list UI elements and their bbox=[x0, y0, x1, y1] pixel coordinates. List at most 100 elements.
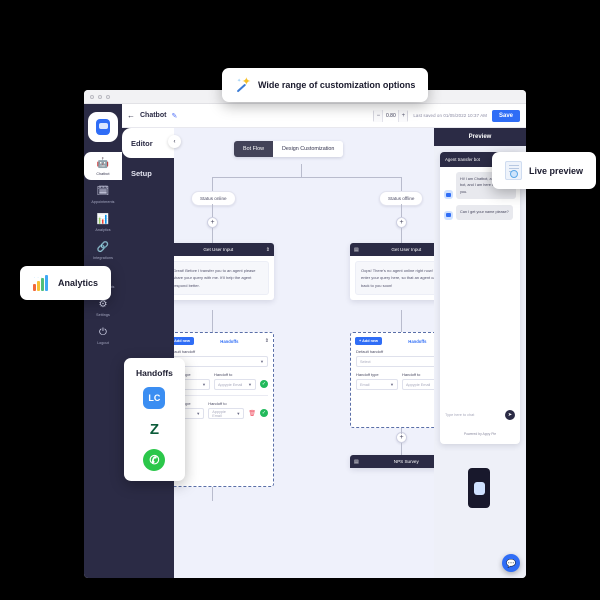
rail-item-list: 🤖 Chatbot 🗓 Appointments 📊 Analytics 🔗 I… bbox=[84, 152, 122, 349]
chevron-down-icon: ▼ bbox=[236, 411, 241, 416]
chatbot-icon: 🤖 bbox=[96, 158, 110, 169]
card-header: ▤ Get User Input ⇕ bbox=[174, 243, 274, 256]
chat-fab-button[interactable]: 💬 bbox=[502, 554, 520, 572]
chat-input-row[interactable]: Type here to chat ➤ bbox=[440, 410, 520, 420]
collapse-sidebar-button[interactable]: ‹ bbox=[168, 135, 181, 148]
flow-canvas[interactable]: Bot Flow Design Customization Status onl… bbox=[174, 128, 434, 578]
chat-widget[interactable]: Agent transfer bot Hi! I am Chatbot, a f… bbox=[440, 152, 520, 444]
connector bbox=[301, 164, 302, 177]
divider bbox=[174, 395, 268, 396]
handoff-row: Handoff type Email ▼ Handoff to Appypie … bbox=[174, 401, 268, 419]
rail-item-label: Analytics bbox=[95, 228, 111, 232]
add-node-button[interactable]: + bbox=[396, 217, 407, 228]
handoff-to-select[interactable]: Appypie Email ▼ bbox=[402, 379, 434, 390]
chevron-down-icon: ▼ bbox=[260, 359, 264, 364]
connector bbox=[401, 428, 402, 434]
card-title: Get User Input bbox=[391, 247, 422, 252]
check-icon[interactable]: ✓ bbox=[260, 409, 268, 417]
rail-item-analytics[interactable]: 📊 Analytics bbox=[84, 208, 122, 236]
send-icon[interactable]: ➤ bbox=[505, 410, 515, 420]
handoff-panel-title: Handoffs bbox=[408, 338, 427, 344]
canvas-tabs: Bot Flow Design Customization bbox=[234, 141, 344, 157]
drag-handle-icon[interactable]: ⇕ bbox=[265, 338, 269, 344]
breadcrumb: Chatbot bbox=[140, 112, 167, 119]
status-online-node[interactable]: Status online bbox=[191, 191, 236, 206]
drag-handle-icon[interactable]: ⇕ bbox=[266, 247, 270, 253]
zoom-out-button[interactable]: − bbox=[374, 109, 383, 122]
callout-customization: ✦ ✦ Wide range of customization options bbox=[222, 68, 429, 102]
select-value: Appypie Email bbox=[406, 382, 431, 387]
preview-panel: Preview Agent transfer bot Hi! I am Chat… bbox=[434, 128, 526, 578]
handoff-panel[interactable]: + Add new Handoffs ⇕ Default handoff Sel… bbox=[174, 332, 274, 487]
chevron-down-icon: ▼ bbox=[248, 382, 252, 387]
connector bbox=[212, 310, 213, 332]
handoff-to-select[interactable]: Appypie Email ▼ bbox=[214, 379, 256, 390]
callout-handoffs: Handoffs LC Z ✆ bbox=[124, 358, 185, 481]
node-type-icon: ▤ bbox=[354, 458, 359, 465]
chat-input[interactable]: Type here to chat bbox=[445, 413, 502, 417]
card-message: Great! Before I transfer you to an agent… bbox=[174, 261, 269, 296]
connector bbox=[212, 204, 213, 217]
chevron-down-icon: ▼ bbox=[196, 411, 201, 416]
handoff-body: Default handoff Select ▼ Handoff type Em… bbox=[174, 349, 273, 424]
magic-wand-icon: ✦ ✦ bbox=[235, 77, 251, 93]
card-message: Oops! There's no agent online right now!… bbox=[355, 261, 434, 296]
app-logo-icon[interactable] bbox=[88, 112, 118, 142]
rail-item-label: Logout bbox=[97, 341, 109, 345]
tab-bot-flow[interactable]: Bot Flow bbox=[234, 141, 273, 157]
icon-rail: 🤖 Chatbot 🗓 Appointments 📊 Analytics 🔗 I… bbox=[84, 104, 122, 578]
callout-live-preview: Live preview bbox=[492, 152, 597, 189]
integrations-icon: 🔗 bbox=[96, 242, 110, 253]
window-dot bbox=[90, 94, 94, 99]
card-header: ▤ Get User Input ⇕ bbox=[350, 243, 434, 256]
subnav-item-editor[interactable]: Editor bbox=[122, 128, 174, 158]
app-window: ← Chatbot ✎ − 0.80 + Last saved on 01/05… bbox=[84, 90, 526, 578]
handoff-row: Handoff type Email ▼ Handoff to Appypie … bbox=[356, 372, 434, 390]
rail-item-label: Settings bbox=[96, 313, 110, 317]
callout-label: Live preview bbox=[529, 165, 584, 176]
select-value: Appypie Email bbox=[218, 382, 243, 387]
subnav-item-setup[interactable]: Setup bbox=[122, 158, 174, 188]
chevron-down-icon: ▼ bbox=[202, 382, 206, 387]
screenshot-root: ← Chatbot ✎ − 0.80 + Last saved on 01/05… bbox=[0, 0, 600, 600]
connector bbox=[212, 177, 213, 191]
default-handoff-select[interactable]: Select ▼ bbox=[174, 356, 268, 367]
rail-item-label: Chatbot bbox=[96, 172, 110, 176]
handoff-panel-title: Handoffs bbox=[220, 338, 239, 344]
tab-design-customization[interactable]: Design Customization bbox=[272, 141, 344, 157]
handoff-toolbar: + Add new Handoffs ⇕ bbox=[351, 333, 434, 349]
delete-icon[interactable]: 🗑 bbox=[248, 410, 256, 417]
connector bbox=[401, 228, 402, 243]
nps-survey-card[interactable]: ▤ NPS Survey ⇕ bbox=[350, 455, 434, 468]
back-icon[interactable]: ← bbox=[127, 111, 135, 120]
zoom-in-button[interactable]: + bbox=[399, 109, 408, 122]
get-user-input-card[interactable]: ▤ Get User Input ⇕ Great! Before I trans… bbox=[174, 243, 274, 301]
add-new-button[interactable]: + Add new bbox=[355, 337, 382, 345]
default-handoff-select[interactable]: Select ▼ bbox=[356, 356, 434, 367]
secondary-nav: Editor Setup bbox=[122, 128, 174, 578]
add-new-button[interactable]: + Add new bbox=[174, 337, 194, 345]
preview-header: Preview bbox=[434, 128, 526, 146]
handoff-panel[interactable]: + Add new Handoffs ⇕ Default handoff Sel… bbox=[350, 332, 434, 428]
handoff-type-label: Handoff type bbox=[356, 372, 379, 377]
edit-pencil-icon[interactable]: ✎ bbox=[171, 112, 177, 120]
calendar-icon: 🗓 bbox=[96, 186, 110, 197]
rail-item-appointments[interactable]: 🗓 Appointments bbox=[84, 180, 122, 208]
chevron-down-icon: ▼ bbox=[390, 382, 394, 387]
bar-chart-icon: 📊 bbox=[96, 214, 110, 225]
save-button[interactable]: Save bbox=[491, 109, 520, 122]
check-icon[interactable]: ✓ bbox=[260, 380, 268, 388]
rail-item-logout[interactable]: ⏻ Logout bbox=[84, 321, 122, 349]
get-user-input-card[interactable]: ▤ Get User Input ⇕ Oops! There's no agen… bbox=[350, 243, 434, 301]
handoff-type-select[interactable]: Email ▼ bbox=[356, 379, 398, 390]
rail-item-label: Integrations bbox=[93, 256, 113, 260]
zendesk-icon: Z bbox=[143, 418, 166, 440]
add-node-button[interactable]: + bbox=[207, 217, 218, 228]
rail-item-integrations[interactable]: 🔗 Integrations bbox=[84, 236, 122, 264]
rail-item-chatbot[interactable]: 🤖 Chatbot bbox=[84, 152, 122, 180]
chat-widget-launcher-preview[interactable] bbox=[468, 468, 490, 508]
bot-avatar-icon bbox=[444, 190, 453, 200]
zoom-control[interactable]: − 0.80 + bbox=[373, 109, 409, 122]
handoff-to-select[interactable]: Appypie Email ▼ bbox=[208, 408, 245, 419]
connector bbox=[401, 177, 402, 191]
